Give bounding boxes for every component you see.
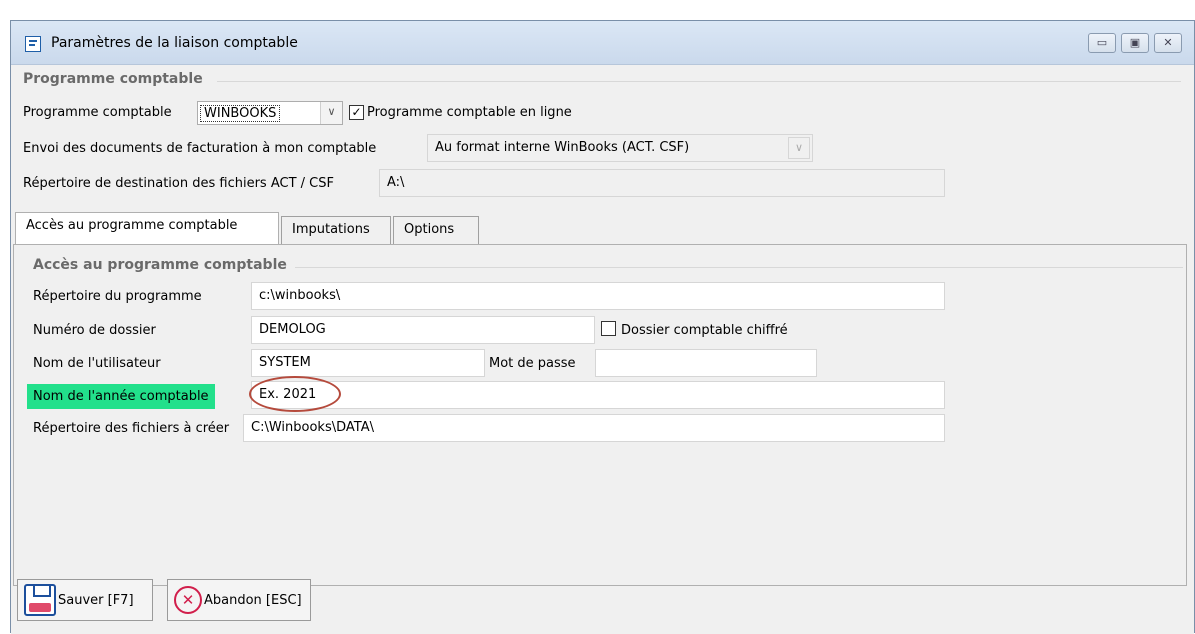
online-checkbox[interactable]: ✓ bbox=[349, 105, 364, 120]
chiffre-label: Dossier comptable chiffré bbox=[621, 323, 788, 338]
chiffre-checkbox[interactable] bbox=[601, 321, 616, 336]
title-bar: Paramètres de la liaison comptable ▭ ▣ ✕ bbox=[11, 21, 1194, 65]
envoi-select-value: Au format interne WinBooks (ACT. CSF) bbox=[435, 140, 690, 155]
group-divider bbox=[217, 81, 1181, 82]
dossier-label: Numéro de dossier bbox=[33, 323, 156, 338]
tab-options[interactable]: Options bbox=[393, 216, 479, 246]
password-label: Mot de passe bbox=[489, 356, 576, 371]
online-label: Programme comptable en ligne bbox=[367, 105, 572, 120]
dossier-field[interactable]: DEMOLOG bbox=[251, 316, 595, 344]
tab-imputations[interactable]: Imputations bbox=[281, 216, 391, 246]
close-button[interactable]: ✕ bbox=[1154, 33, 1182, 53]
fichiers-label: Répertoire des fichiers à créer bbox=[33, 421, 230, 436]
user-field[interactable]: SYSTEM bbox=[251, 349, 485, 377]
group-acces-legend: Accès au programme comptable bbox=[33, 257, 287, 273]
cancel-button[interactable]: ✕ Abandon [ESC] bbox=[167, 579, 311, 621]
fichiers-field[interactable]: C:\Winbooks\DATA\ bbox=[243, 414, 945, 442]
annee-field[interactable]: Ex. 2021 bbox=[251, 381, 945, 409]
group-programme-legend: Programme comptable bbox=[23, 71, 203, 87]
settings-window: Paramètres de la liaison comptable ▭ ▣ ✕… bbox=[10, 20, 1195, 634]
user-label: Nom de l'utilisateur bbox=[33, 356, 161, 371]
rep-prog-label: Répertoire du programme bbox=[33, 289, 202, 304]
password-field[interactable] bbox=[595, 349, 817, 377]
save-button[interactable]: Sauver [F7] bbox=[17, 579, 153, 621]
tab-acces[interactable]: Accès au programme comptable bbox=[15, 212, 279, 246]
annee-label: Nom de l'année comptable bbox=[27, 384, 215, 409]
maximize-button[interactable]: ▣ bbox=[1121, 33, 1149, 53]
chevron-down-icon[interactable]: ∨ bbox=[788, 137, 810, 159]
repertoire-dest-field[interactable]: A:\ bbox=[379, 169, 945, 197]
save-icon bbox=[24, 584, 56, 616]
save-button-label: Sauver [F7] bbox=[58, 592, 134, 608]
envoi-select[interactable]: Au format interne WinBooks (ACT. CSF) ∨ bbox=[427, 134, 813, 162]
repertoire-dest-label: Répertoire de destination des fichiers A… bbox=[23, 176, 334, 191]
window-title: Paramètres de la liaison comptable bbox=[51, 35, 298, 51]
group-divider bbox=[295, 267, 1183, 268]
chevron-down-icon[interactable]: ∨ bbox=[320, 102, 342, 124]
programme-select-value: WINBOOKS bbox=[200, 105, 281, 122]
cancel-icon: ✕ bbox=[174, 586, 202, 614]
rep-prog-field[interactable]: c:\winbooks\ bbox=[251, 282, 945, 310]
programme-select[interactable]: WINBOOKS ∨ bbox=[197, 101, 343, 125]
programme-label: Programme comptable bbox=[23, 105, 172, 120]
minimize-button[interactable]: ▭ bbox=[1088, 33, 1116, 53]
window-icon bbox=[25, 36, 41, 52]
annotation-ellipse bbox=[249, 376, 341, 412]
cancel-button-label: Abandon [ESC] bbox=[204, 592, 302, 608]
envoi-label: Envoi des documents de facturation à mon… bbox=[23, 141, 377, 156]
